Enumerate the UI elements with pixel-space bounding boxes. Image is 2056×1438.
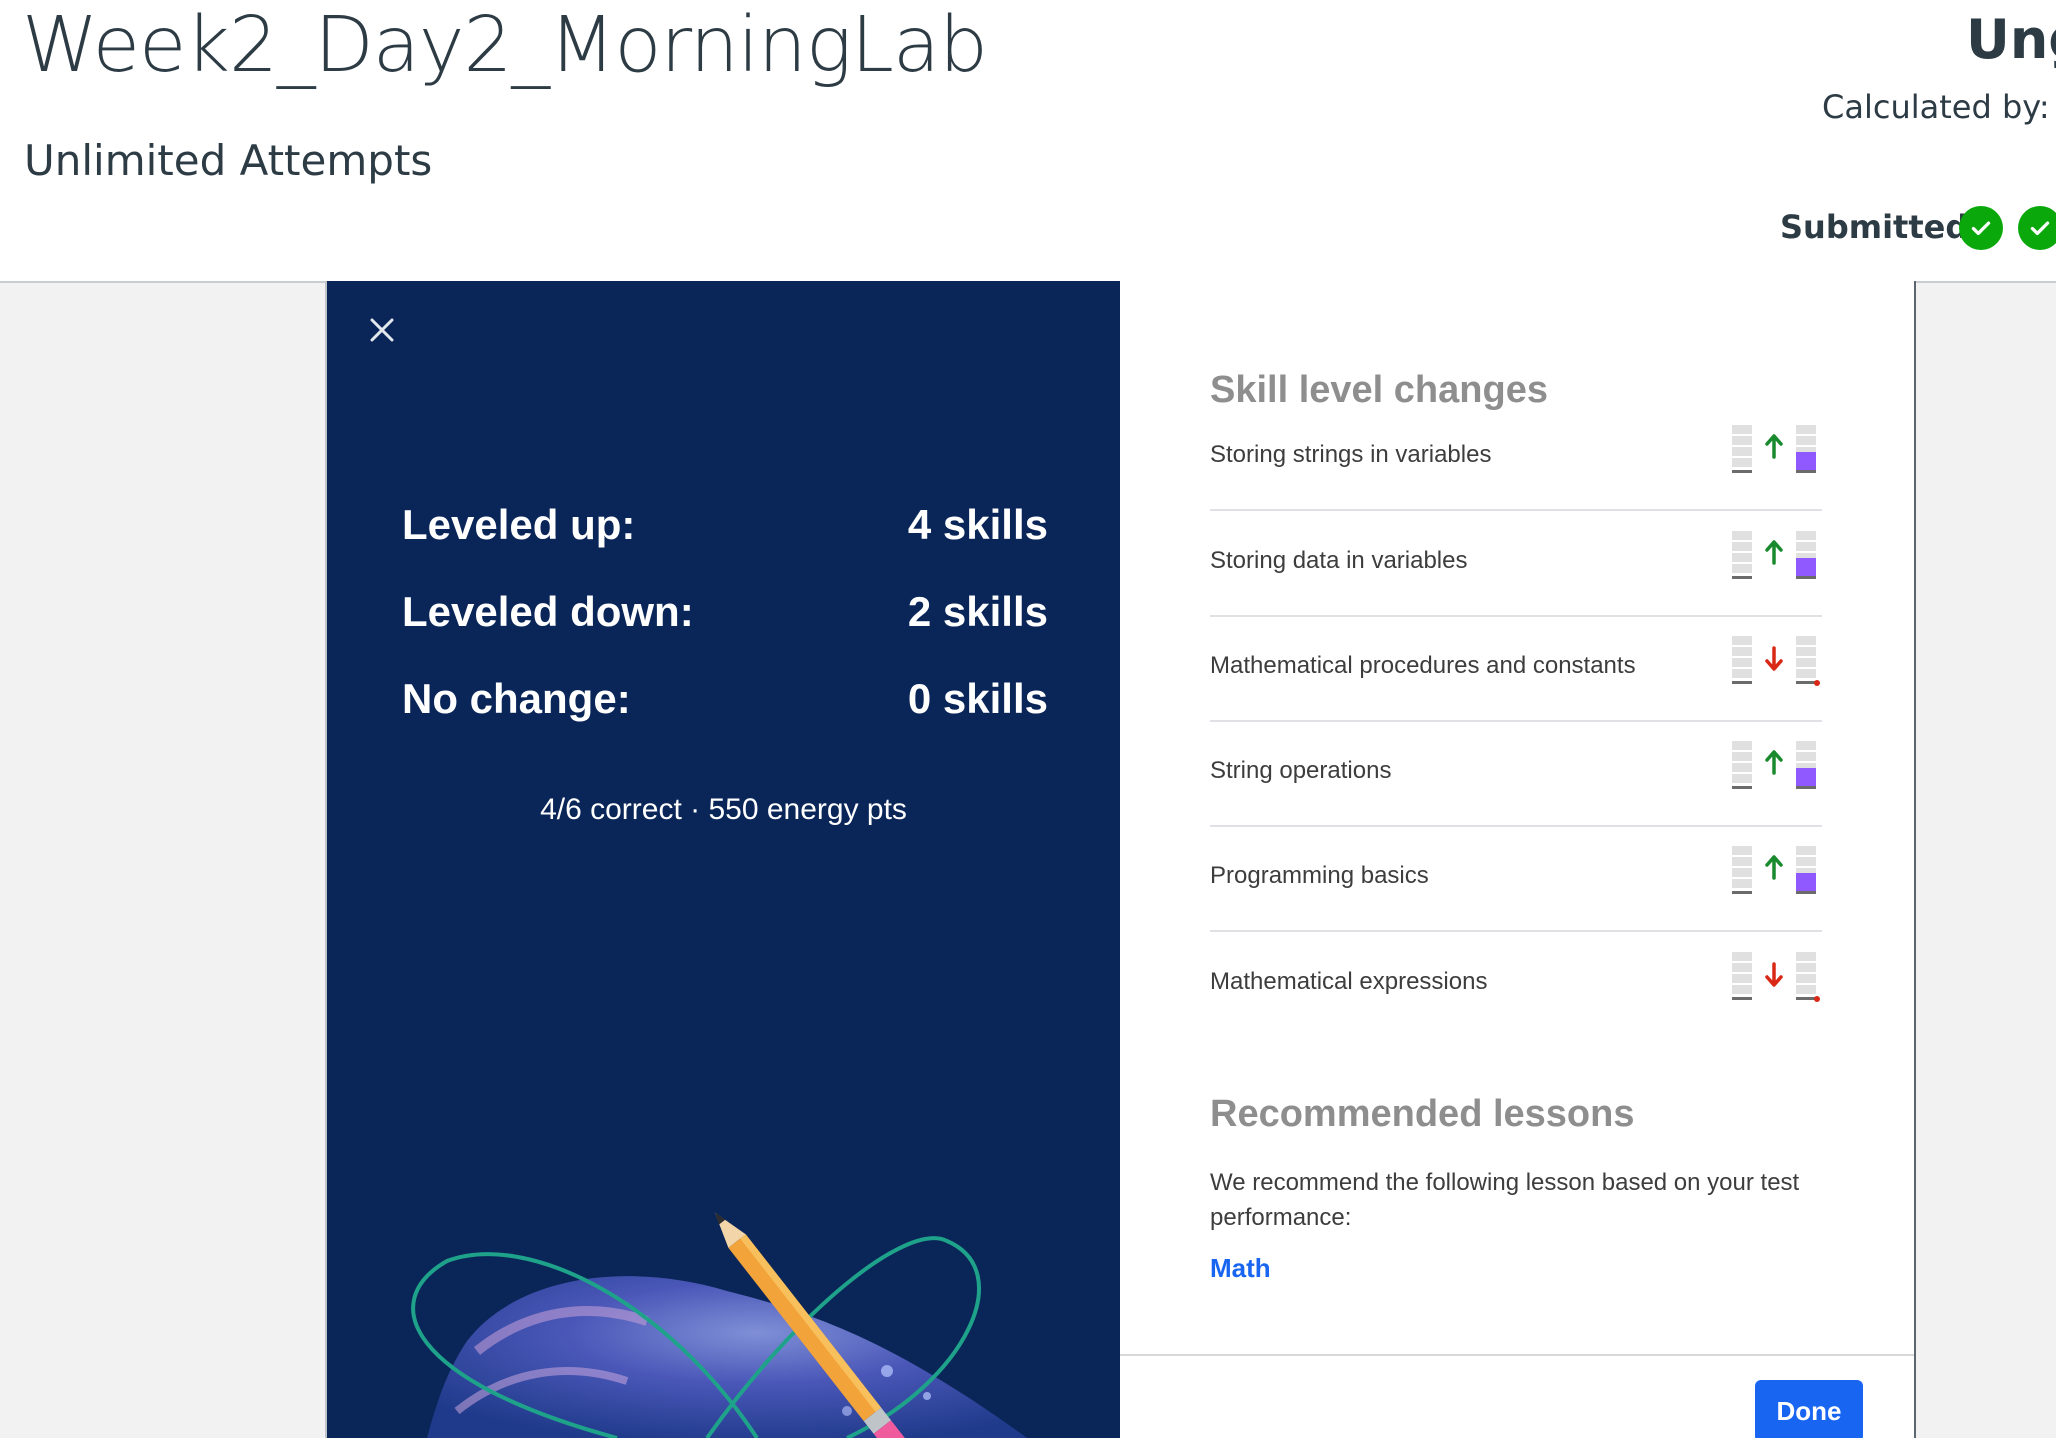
assignment-header: Week2_Day2_MorningLab Unlimited Attempts… — [0, 0, 2056, 283]
leveled-up-row: Leveled up: 4 skills — [402, 501, 1048, 561]
planet-pencil-illustration — [411, 1212, 1027, 1438]
recommended-lessons-text: We recommend the following lesson based … — [1210, 1169, 1800, 1231]
attempts-label: Unlimited Attempts — [24, 136, 433, 185]
no-change-row: No change: 0 skills — [402, 675, 1048, 735]
check-circle-icon — [2018, 206, 2056, 250]
skill-name: Storing strings in variables — [1210, 441, 1492, 468]
skill-row: Mathematical expressions — [1210, 932, 1822, 1036]
modal-footer: Done — [1120, 1354, 1914, 1438]
mastery-down-icon — [1732, 636, 1820, 686]
calculated-by: Calculated by: M — [1822, 88, 2056, 126]
skill-name: Mathematical procedures and constants — [1210, 652, 1636, 679]
leveled-down-label: Leveled down: — [402, 588, 694, 635]
close-button[interactable] — [357, 305, 407, 355]
recommended-lessons-title: Recommended lessons — [1210, 1093, 1635, 1135]
summary-panel: Leveled up: 4 skills Leveled down: 2 ski… — [327, 281, 1120, 1438]
mastery-up-icon — [1732, 846, 1816, 894]
skill-row: Storing data in variables — [1210, 511, 1822, 617]
score-summary: 4/6 correct · 550 energy pts — [540, 793, 907, 826]
done-button[interactable]: Done — [1755, 1380, 1863, 1438]
grade-status: Ung — [1966, 8, 2056, 71]
skill-name: Storing data in variables — [1210, 547, 1468, 574]
mastery-up-icon — [1732, 425, 1816, 473]
mastery-down-icon — [1732, 952, 1820, 1002]
page-title: Week2_Day2_MorningLab — [22, 1, 988, 90]
skill-name: Programming basics — [1210, 862, 1429, 889]
skill-changes-panel: Skill level changes Storing strings in v… — [1120, 281, 1914, 1354]
no-change-value: 0 skills — [907, 675, 1048, 722]
skill-row: Mathematical procedures and constants — [1210, 616, 1822, 722]
recommended-lesson-link[interactable]: Math — [1210, 1253, 1271, 1284]
leveled-up-label: Leveled up: — [402, 501, 636, 548]
close-icon — [370, 318, 394, 342]
calculated-by-label: Calculated by: — [1822, 88, 2050, 126]
leveled-up-value: 4 skills — [907, 501, 1048, 548]
results-modal: Leveled up: 4 skills Leveled down: 2 ski… — [325, 281, 1916, 1438]
mastery-up-icon — [1732, 531, 1816, 579]
skill-name: Mathematical expressions — [1210, 968, 1488, 995]
skill-row: String operations — [1210, 721, 1822, 827]
check-circle-icon — [1959, 206, 2003, 250]
mastery-up-icon — [1732, 741, 1816, 789]
submitted-label: Submitted — [1780, 208, 1969, 246]
skill-row: Storing strings in variables — [1210, 405, 1822, 511]
no-change-label: No change: — [402, 675, 631, 722]
leveled-down-row: Leveled down: 2 skills — [402, 588, 1048, 648]
leveled-down-value: 2 skills — [907, 588, 1048, 635]
skill-row: Programming basics — [1210, 826, 1822, 932]
skill-name: String operations — [1210, 757, 1392, 784]
